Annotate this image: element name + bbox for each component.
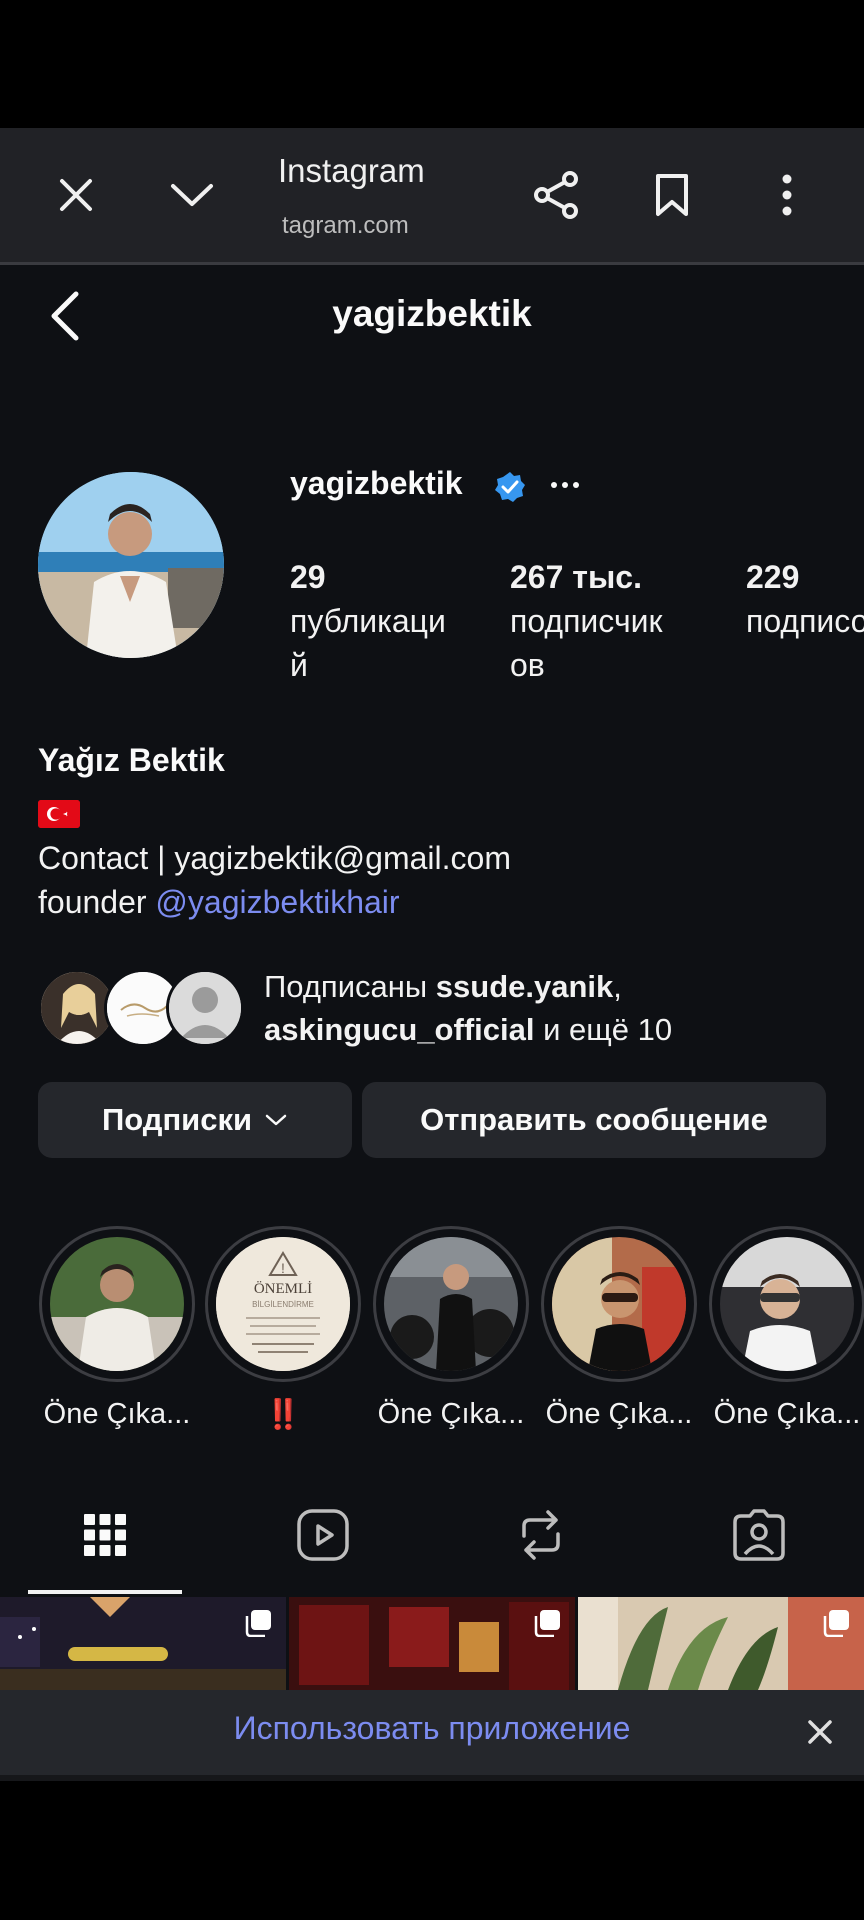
post-thumbnail[interactable] — [578, 1597, 864, 1690]
close-banner-icon[interactable] — [800, 1712, 840, 1752]
stat-posts-value: 29 — [290, 559, 326, 595]
following-button[interactable]: Подписки — [38, 1082, 352, 1158]
followed-by-user: ssude.yanik — [435, 969, 614, 1004]
followed-by-suffix: и ещё 10 — [534, 1012, 673, 1047]
chevron-down-icon — [264, 1112, 288, 1128]
highlight-item[interactable]: Öne Çıka... — [371, 1226, 531, 1431]
active-tab-indicator — [28, 1590, 182, 1594]
share-icon[interactable] — [527, 165, 587, 225]
use-app-link[interactable]: Использовать приложение — [0, 1710, 864, 1747]
followed-by-prefix: Подписаны — [264, 969, 436, 1004]
chevron-down-icon[interactable] — [162, 165, 222, 225]
browser-url[interactable]: instagram.com — [282, 212, 409, 240]
repost-icon — [516, 1508, 566, 1562]
highlight-item[interactable]: Öne Çıka... — [539, 1226, 699, 1431]
verified-badge-icon — [494, 471, 526, 503]
highlight-ring — [39, 1226, 195, 1382]
tab-reels[interactable] — [293, 1505, 353, 1565]
multiple-posts-icon — [244, 1609, 272, 1638]
url-text: tagram.com — [282, 212, 409, 239]
turkey-flag-icon — [38, 800, 80, 828]
profile-avatar[interactable] — [38, 472, 224, 658]
highlight-card-line1: ÖNEMLİ — [254, 1280, 312, 1297]
followed-by-text[interactable]: Подписаны ssude.yanik, askingucu_official… — [264, 965, 672, 1051]
tab-posts-grid[interactable] — [75, 1505, 135, 1565]
multiple-posts-icon — [533, 1609, 561, 1638]
highlight-card-line2: BİLGİLENDİRME — [252, 1300, 314, 1309]
send-message-button[interactable]: Отправить сообщение — [362, 1082, 826, 1158]
stat-followers[interactable]: 267 тыс. подписчиков — [510, 555, 680, 687]
highlight-ring — [709, 1226, 864, 1382]
highlight-label: ‼️ — [264, 1399, 302, 1431]
highlight-item[interactable]: Öne Çıka... — [37, 1226, 197, 1431]
stat-following-label: подписок — [746, 603, 864, 639]
browser-page-title: Instagram — [278, 152, 425, 189]
highlight-cover — [50, 1237, 184, 1371]
reels-icon — [296, 1508, 350, 1562]
bio-contact: Contact | yagizbektik@gmail.com — [38, 840, 511, 876]
svg-text:!: ! — [281, 1260, 285, 1276]
bio-founder-prefix: founder — [38, 884, 156, 920]
profile-full-name: Yağız Bektik — [38, 742, 225, 778]
followed-by-user: askingucu_official — [264, 1012, 535, 1047]
stat-posts-label: публикаций — [290, 603, 446, 683]
tab-tagged[interactable] — [729, 1505, 789, 1565]
highlight-label: Öne Çıka... — [43, 1398, 191, 1430]
stat-following[interactable]: 229 подписок — [746, 555, 864, 643]
following-button-label: Подписки — [101, 1102, 253, 1137]
stat-followers-label: подписчиков — [510, 603, 663, 683]
stat-followers-value: 267 тыс. — [510, 559, 642, 595]
browser-toolbar — [0, 128, 864, 262]
overflow-menu-icon[interactable] — [757, 165, 817, 225]
follower-avatar[interactable] — [166, 969, 244, 1047]
highlight-cover — [552, 1237, 686, 1371]
post-thumbnail[interactable] — [289, 1597, 575, 1690]
grid-icon — [82, 1512, 128, 1558]
post-thumbnail[interactable] — [0, 1597, 286, 1690]
highlight-ring: ! ÖNEMLİ BİLGİLENDİRME — [205, 1226, 361, 1382]
bookmark-icon[interactable] — [642, 165, 702, 225]
page-title: yagizbektik — [332, 293, 532, 334]
founder-mention-link[interactable]: @yagizbektikhair — [155, 884, 399, 920]
bottom-divider — [0, 1775, 864, 1781]
highlight-label: Öne Çıka... — [545, 1398, 693, 1430]
send-message-label: Отправить сообщение — [420, 1102, 768, 1137]
highlight-ring — [373, 1226, 529, 1382]
tagged-person-icon — [732, 1508, 786, 1562]
highlight-ring — [541, 1226, 697, 1382]
highlight-label: Öne Çıka... — [713, 1398, 861, 1430]
highlight-item[interactable]: ! ÖNEMLİ BİLGİLENDİRME ‼️ — [203, 1226, 363, 1432]
highlight-cover: ! ÖNEMLİ BİLGİLENDİRME — [216, 1237, 350, 1371]
tab-reposts[interactable] — [511, 1505, 571, 1565]
profile-username: yagizbektik — [290, 465, 463, 501]
stat-posts[interactable]: 29 публикаций — [290, 555, 460, 687]
multiple-posts-icon — [822, 1609, 850, 1638]
followed-by-separator: , — [613, 969, 622, 1004]
bio-founder: founder @yagizbektikhair — [38, 884, 400, 921]
more-options-icon[interactable] — [550, 470, 580, 500]
stat-following-value: 229 — [746, 559, 800, 595]
highlight-label: Öne Çıka... — [377, 1398, 525, 1430]
highlight-item[interactable]: Öne Çıka... — [707, 1226, 864, 1431]
highlight-cover — [720, 1237, 854, 1371]
close-icon[interactable] — [46, 165, 106, 225]
highlight-cover — [384, 1237, 518, 1371]
